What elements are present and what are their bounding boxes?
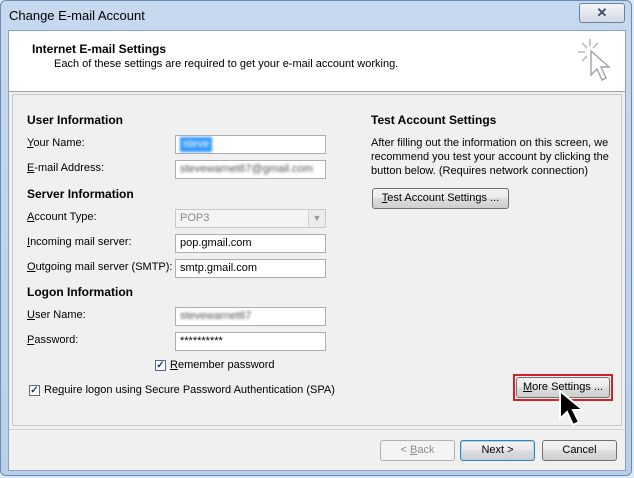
spa-checkbox[interactable]: ✓ [29, 385, 40, 396]
user-name-field[interactable]: stevewarnet67 [175, 307, 326, 326]
mouse-pointer-icon [559, 389, 586, 427]
header-title: Internet E-mail Settings [32, 42, 167, 56]
password-field[interactable]: ********** [175, 332, 326, 351]
account-type-select[interactable]: POP3 ▼ [175, 209, 326, 228]
chevron-down-icon: ▼ [308, 210, 325, 227]
footer-divider [9, 429, 625, 430]
header-subtitle: Each of these settings are required to g… [54, 58, 399, 70]
test-settings-description: After filling out the information on thi… [371, 137, 609, 177]
back-button[interactable]: < Back [380, 440, 455, 461]
test-account-settings-button[interactable]: Test Account Settings ... [372, 188, 509, 209]
email-address-label: E-mail Address: [27, 162, 105, 174]
your-name-field[interactable]: steve [175, 135, 326, 154]
outgoing-server-field[interactable]: smtp.gmail.com [175, 259, 326, 278]
email-address-field[interactable]: stevewarnet67@gmail.com [175, 160, 326, 179]
incoming-server-label: Incoming mail server: [27, 236, 132, 248]
incoming-server-field[interactable]: pop.gmail.com [175, 234, 326, 253]
header-banner: Internet E-mail Settings Each of these s… [9, 31, 625, 92]
next-button[interactable]: Next > [460, 440, 535, 461]
password-label: Password: [27, 334, 79, 346]
window-title: Change E-mail Account [9, 8, 145, 23]
dialog-client: Internet E-mail Settings Each of these s… [8, 30, 626, 471]
title-bar: Change E-mail Account ✕ [1, 1, 633, 31]
user-name-label: User Name: [27, 309, 86, 321]
dialog-window: Change E-mail Account ✕ Internet E-mail … [0, 0, 632, 476]
settings-panel: User Information Your Name: steve E-mail… [12, 94, 622, 426]
cancel-button[interactable]: Cancel [542, 440, 617, 461]
remember-password-checkbox[interactable]: ✓ [155, 360, 166, 371]
outgoing-server-label: Outgoing mail server (SMTP): [27, 261, 173, 273]
your-name-label: Your Name: [27, 137, 85, 149]
user-info-heading: User Information [27, 113, 124, 127]
logon-info-heading: Logon Information [27, 285, 133, 299]
spa-label: Require logon using Secure Password Auth… [44, 384, 335, 396]
account-type-label: Account Type: [27, 211, 97, 223]
remember-password-label: Remember password [170, 359, 275, 371]
test-settings-heading: Test Account Settings [371, 113, 497, 127]
wizard-cursor-icon [578, 39, 611, 81]
server-info-heading: Server Information [27, 187, 134, 201]
close-button[interactable]: ✕ [579, 3, 625, 23]
